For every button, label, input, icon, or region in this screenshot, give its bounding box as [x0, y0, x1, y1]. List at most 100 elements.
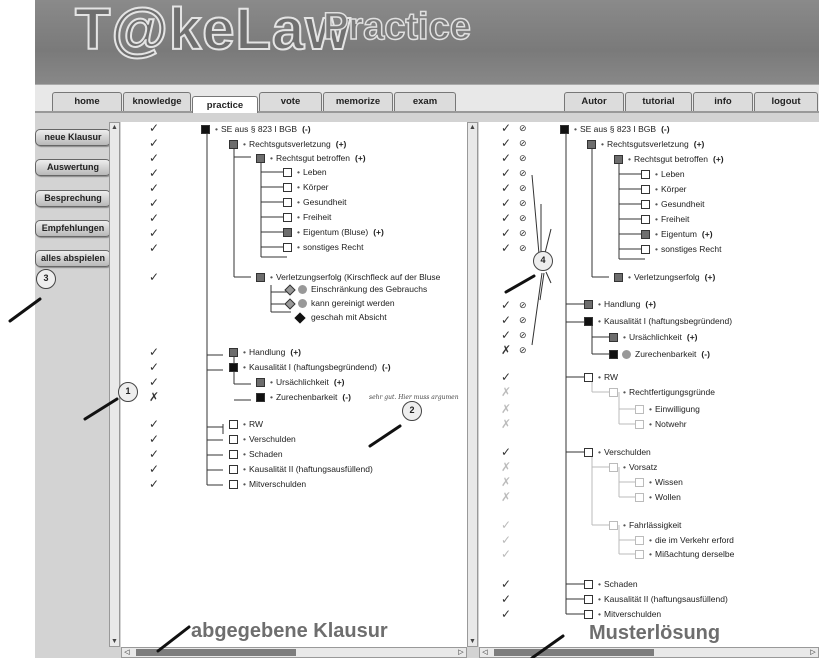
tree-node[interactable] — [584, 373, 593, 382]
tree-node[interactable] — [609, 333, 618, 342]
tree-row: • Einwilligung — [649, 404, 700, 414]
target-icon: ⊘ — [519, 123, 527, 133]
scroll-down-icon[interactable]: ▼ — [468, 637, 477, 646]
tree-node[interactable] — [256, 273, 265, 282]
tree-node[interactable] — [584, 300, 593, 309]
tree-node[interactable] — [641, 245, 650, 254]
tree-node[interactable] — [584, 580, 593, 589]
tree-row: • Fahrlässigkeit — [623, 520, 682, 530]
tree-node-root[interactable] — [201, 125, 210, 134]
tree-node-root[interactable] — [560, 125, 569, 134]
scroll-left-icon[interactable]: ◁ — [480, 648, 490, 657]
scroll-right-icon[interactable]: ▷ — [808, 648, 818, 657]
tree-row: • Körper — [297, 182, 329, 192]
scroll-right-icon[interactable]: ▷ — [456, 648, 466, 657]
check-icon: ✓ — [501, 547, 512, 561]
tree-node[interactable] — [229, 435, 238, 444]
tab-home[interactable]: home — [52, 92, 122, 111]
tree-node[interactable] — [229, 140, 238, 149]
check-icon: ✓ — [149, 211, 160, 225]
tree-node[interactable] — [641, 170, 650, 179]
right-horizontal-scrollbar[interactable]: ◁ ▷ — [479, 647, 819, 658]
tree-node[interactable] — [584, 595, 593, 604]
tree-node[interactable] — [587, 140, 596, 149]
check-icon: ✓ — [149, 270, 160, 284]
tree-node[interactable] — [229, 465, 238, 474]
tab-autor[interactable]: Autor — [564, 92, 624, 111]
tree-node[interactable] — [256, 378, 265, 387]
tree-node[interactable] — [584, 448, 593, 457]
submitted-exam-panel: • SE aus § 823 I BGB (-) • Rechtsgutsverlet… — [121, 122, 467, 647]
target-icon: ⊘ — [519, 228, 527, 238]
tree-node[interactable] — [256, 393, 265, 402]
tree-row: • Kausalität I (haftungsbegründend) (-) — [243, 362, 391, 372]
tree-node[interactable] — [635, 478, 644, 487]
tree-node[interactable] — [229, 480, 238, 489]
scroll-up-icon[interactable]: ▲ — [468, 123, 477, 132]
left-vertical-scrollbar[interactable]: ▲ ▼ — [109, 122, 120, 647]
left-horizontal-scrollbar[interactable]: ◁ ▷ — [121, 647, 467, 658]
tree-row: • Schaden — [243, 449, 283, 459]
check-icon: ✓ — [149, 241, 160, 255]
tree-row: • Rechtsgut betroffen (+) — [270, 153, 366, 163]
check-icon: ✓ — [501, 226, 512, 240]
scroll-left-icon[interactable]: ◁ — [122, 648, 132, 657]
scroll-thumb[interactable] — [494, 649, 654, 656]
check-icon: ✓ — [501, 533, 512, 547]
check-icon: ✓ — [501, 166, 512, 180]
tree-node[interactable] — [635, 550, 644, 559]
tree-node[interactable] — [635, 493, 644, 502]
tree-node[interactable] — [584, 317, 593, 326]
tree-node[interactable] — [609, 521, 618, 530]
tree-node[interactable] — [256, 154, 265, 163]
tree-node[interactable] — [635, 405, 644, 414]
logo: T@keLaw — [74, 0, 352, 63]
circle-icon — [298, 285, 307, 294]
scroll-up-icon[interactable]: ▲ — [110, 123, 119, 132]
tree-node[interactable] — [283, 213, 292, 222]
tab-memorize[interactable]: memorize — [323, 92, 393, 111]
tree-node[interactable] — [641, 200, 650, 209]
tab-exam[interactable]: exam — [394, 92, 456, 111]
tree-node[interactable] — [635, 536, 644, 545]
tab-logout[interactable]: logout — [754, 92, 818, 111]
scroll-down-icon[interactable]: ▼ — [110, 637, 119, 646]
tree-node[interactable] — [229, 450, 238, 459]
middle-vertical-scrollbar[interactable]: ▲ ▼ — [467, 122, 478, 647]
tree-node[interactable] — [635, 420, 644, 429]
tree-node[interactable] — [283, 183, 292, 192]
check-icon: ✓ — [501, 313, 512, 327]
tree-node[interactable] — [283, 228, 292, 237]
tree-node[interactable] — [609, 463, 618, 472]
tree-node[interactable] — [229, 420, 238, 429]
tab-tutorial[interactable]: tutorial — [625, 92, 692, 111]
tab-practice[interactable]: practice — [192, 96, 258, 113]
discussion-button[interactable]: Besprechung — [35, 190, 111, 207]
app-window: T@keLaw Practice home knowledge practice… — [35, 0, 819, 658]
tab-vote[interactable]: vote — [259, 92, 322, 111]
tree-node[interactable] — [584, 610, 593, 619]
tree-node[interactable] — [283, 168, 292, 177]
target-icon: ⊘ — [519, 300, 527, 310]
tab-knowledge[interactable]: knowledge — [123, 92, 191, 111]
evaluation-button[interactable]: Auswertung — [35, 159, 111, 176]
tree-node[interactable] — [283, 198, 292, 207]
tree-node[interactable] — [614, 155, 623, 164]
tree-node[interactable] — [614, 273, 623, 282]
recommendations-button[interactable]: Empfehlungen — [35, 220, 111, 237]
tree-node[interactable] — [641, 230, 650, 239]
tree-node[interactable] — [283, 243, 292, 252]
play-all-button[interactable]: alles abspielen — [35, 250, 111, 267]
new-exam-button[interactable]: neue Klausur — [35, 129, 111, 146]
tree-node[interactable] — [641, 185, 650, 194]
tab-info[interactable]: info — [693, 92, 753, 111]
tree-node[interactable] — [609, 388, 618, 397]
target-icon: ⊘ — [519, 315, 527, 325]
tree-node[interactable] — [641, 215, 650, 224]
target-icon: ⊘ — [519, 345, 527, 355]
tree-node[interactable] — [229, 348, 238, 357]
tree-node[interactable] — [229, 363, 238, 372]
scroll-thumb[interactable] — [136, 649, 296, 656]
tree-node[interactable] — [609, 350, 618, 359]
check-icon: ✓ — [501, 607, 512, 621]
